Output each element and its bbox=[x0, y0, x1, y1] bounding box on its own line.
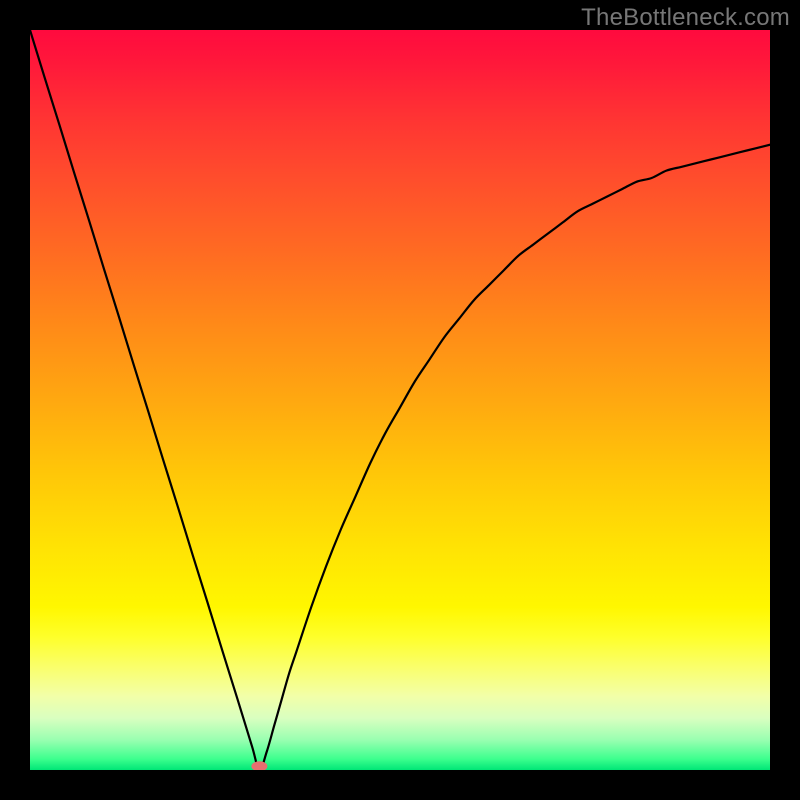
watermark-text: TheBottleneck.com bbox=[581, 4, 790, 32]
plot-area bbox=[30, 30, 770, 770]
chart-svg bbox=[30, 30, 770, 770]
outer-frame: TheBottleneck.com bbox=[0, 0, 800, 800]
gradient-background bbox=[30, 30, 770, 770]
